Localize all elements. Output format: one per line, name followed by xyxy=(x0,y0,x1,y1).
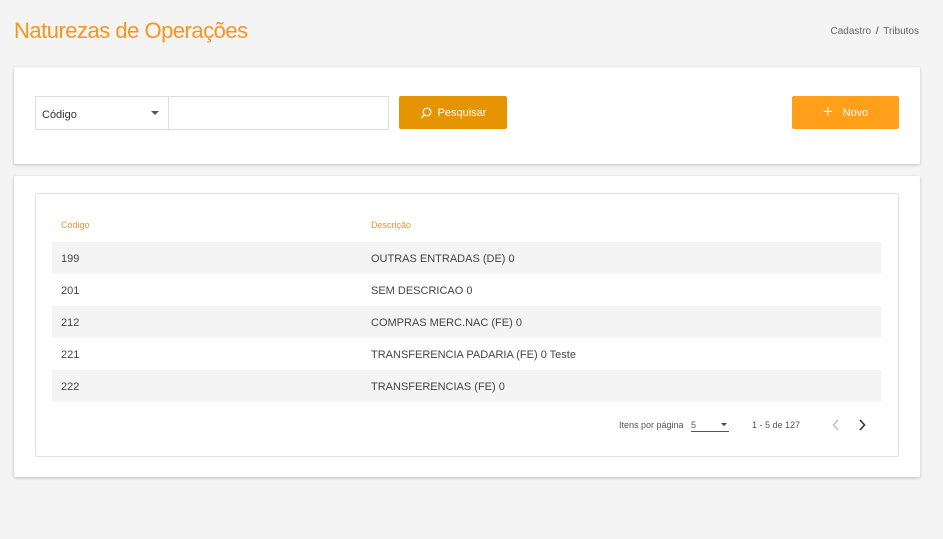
cell-code: 212 xyxy=(61,317,80,329)
new-button[interactable]: + Novo xyxy=(792,96,899,129)
table-container: Código Descrição 199 OUTRAS ENTRADAS (DE… xyxy=(35,193,899,457)
cell-code: 201 xyxy=(61,285,80,297)
breadcrumb-separator: / xyxy=(875,26,879,37)
search-field-select-value: Código xyxy=(42,109,77,121)
previous-page-button[interactable] xyxy=(828,416,844,434)
cell-code: 199 xyxy=(61,253,80,265)
cell-description: TRANSFERENCIA PADARIA (FE) 0 Teste xyxy=(371,349,576,361)
table-row[interactable]: 199 OUTRAS ENTRADAS (DE) 0 xyxy=(52,242,881,274)
search-button[interactable]: Pesquisar xyxy=(399,96,507,129)
items-per-page-select[interactable]: 5 xyxy=(691,418,729,432)
table-row[interactable]: 221 TRANSFERENCIA PADARIA (FE) 0 Teste xyxy=(52,338,881,370)
table-body: 199 OUTRAS ENTRADAS (DE) 0 201 SEM DESCR… xyxy=(52,242,881,402)
caret-down-icon xyxy=(151,111,159,115)
search-button-label: Pesquisar xyxy=(437,106,487,119)
caret-down-icon xyxy=(721,423,727,426)
next-page-button[interactable] xyxy=(854,416,870,434)
column-header-code[interactable]: Código xyxy=(61,220,90,230)
table-row[interactable]: 222 TRANSFERENCIAS (FE) 0 xyxy=(52,370,881,402)
page-range-label: 1 - 5 de 127 xyxy=(752,420,801,430)
search-field-select[interactable]: Código xyxy=(35,96,169,130)
cell-description: SEM DESCRICAO 0 xyxy=(371,285,473,297)
plus-icon: + xyxy=(822,102,833,121)
cell-description: TRANSFERENCIAS (FE) 0 xyxy=(371,381,505,393)
search-card: Código Pesquisar + Novo xyxy=(14,67,920,164)
breadcrumb-parent[interactable]: Cadastro xyxy=(830,26,871,37)
items-per-page-label: Itens por página xyxy=(619,420,684,430)
search-icon xyxy=(420,107,431,118)
chevron-right-icon xyxy=(859,419,866,431)
cell-description: OUTRAS ENTRADAS (DE) 0 xyxy=(371,253,515,265)
table-row[interactable]: 201 SEM DESCRICAO 0 xyxy=(52,274,881,306)
items-per-page-value: 5 xyxy=(691,420,697,430)
cell-code: 222 xyxy=(61,381,80,393)
chevron-left-icon xyxy=(832,419,839,431)
search-input[interactable] xyxy=(168,96,389,130)
breadcrumb-current: Tributos xyxy=(883,26,919,37)
new-button-label: Novo xyxy=(842,106,869,119)
breadcrumb: Cadastro / Tributos xyxy=(830,26,919,37)
table-row[interactable]: 212 COMPRAS MERC.NAC (FE) 0 xyxy=(52,306,881,338)
cell-description: COMPRAS MERC.NAC (FE) 0 xyxy=(371,317,522,329)
column-header-description[interactable]: Descrição xyxy=(371,220,411,230)
page-title: Naturezas de Operações xyxy=(14,18,248,43)
table-card: Código Descrição 199 OUTRAS ENTRADAS (DE… xyxy=(14,176,920,477)
cell-code: 221 xyxy=(61,349,80,361)
